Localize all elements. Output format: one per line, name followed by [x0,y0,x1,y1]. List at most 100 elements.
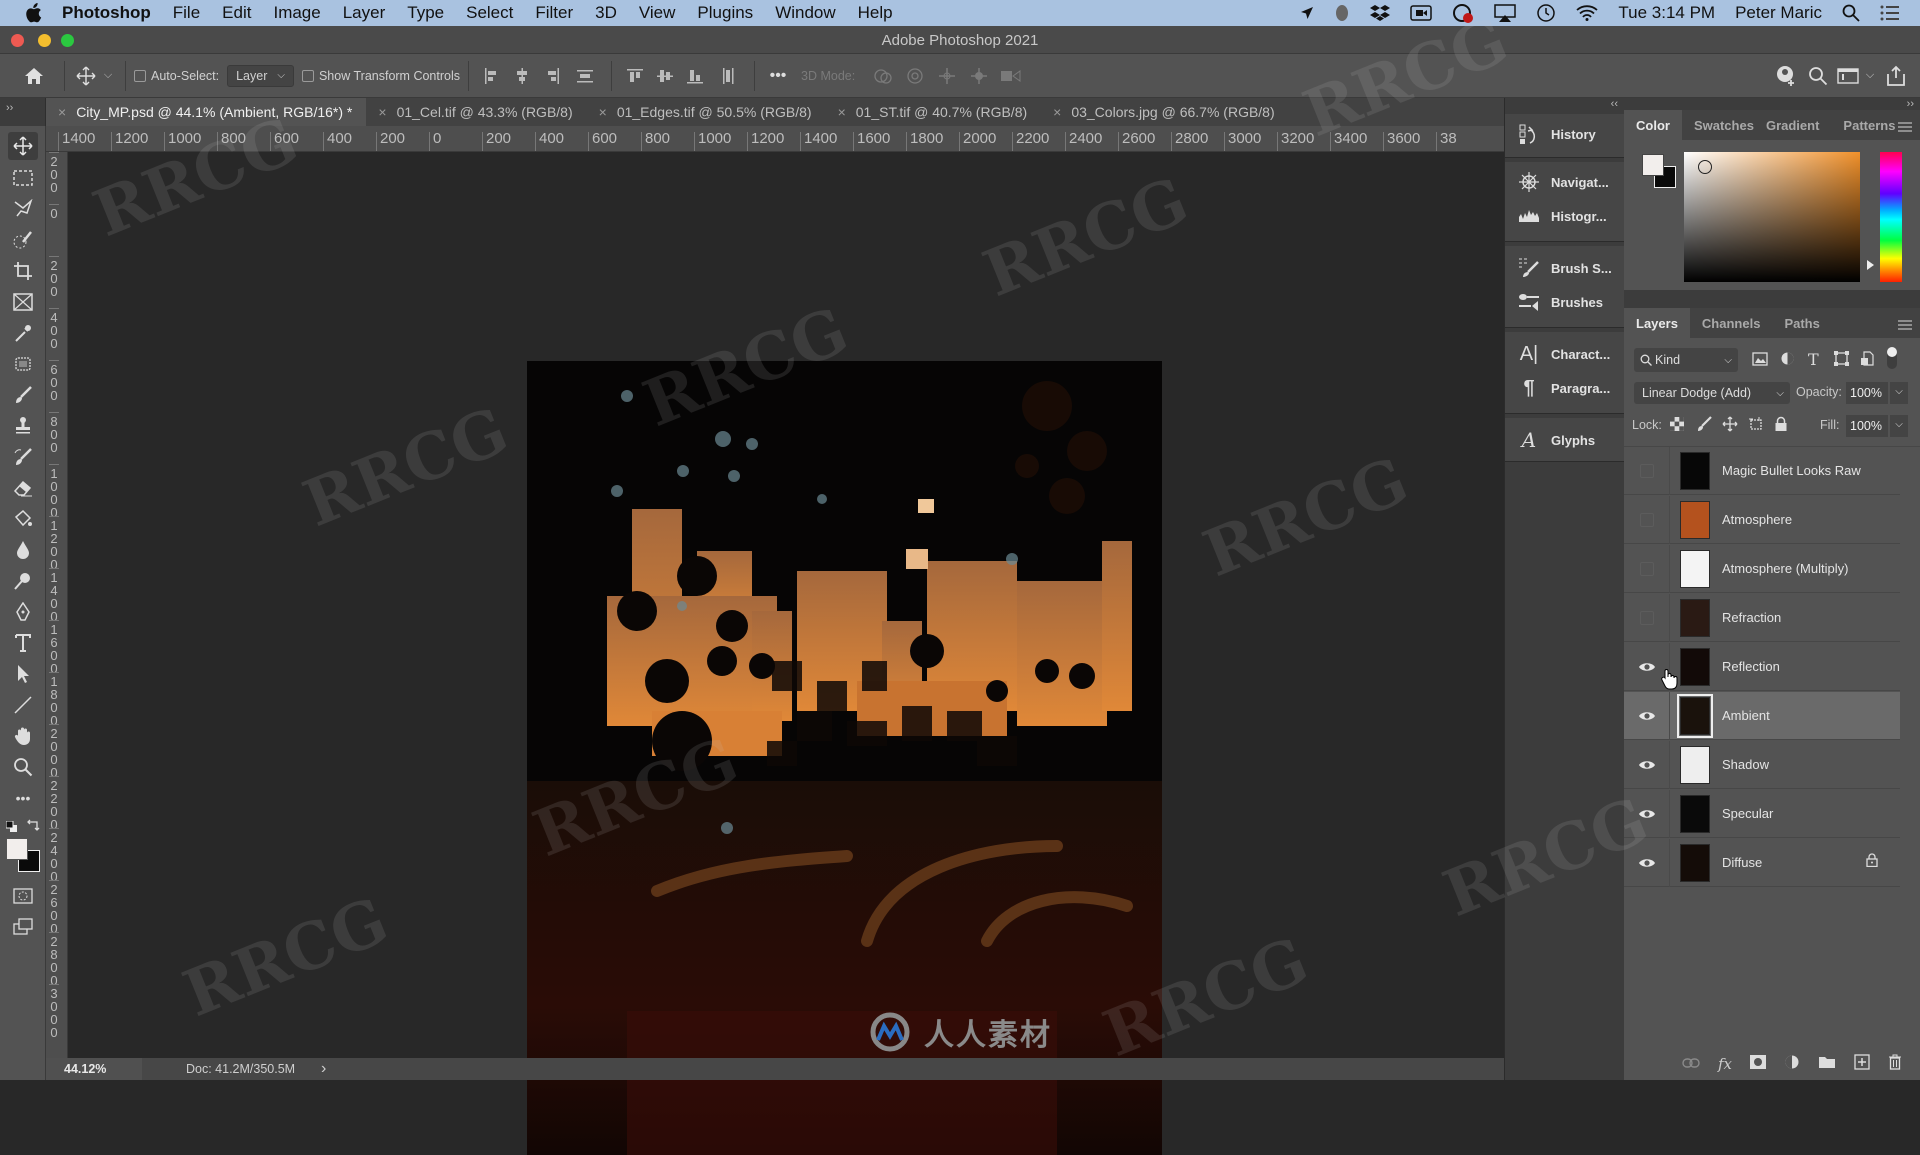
3d-pan-icon[interactable] [931,67,963,85]
close-tab-icon[interactable]: × [378,104,386,120]
paint-bucket-tool[interactable] [8,505,38,533]
show-transform-checkbox[interactable] [301,69,319,83]
menu-app[interactable]: Photoshop [62,3,151,23]
time-machine-icon[interactable] [1536,3,1556,23]
filter-adjustment-icon[interactable] [1780,351,1795,371]
tab-color[interactable]: Color [1624,110,1682,140]
blend-mode-dropdown[interactable]: Linear Dodge (Add) ⌵ [1634,382,1790,404]
dock-glyphs[interactable]: A Glyphs [1517,428,1595,452]
dock-navigator[interactable]: Navigat... [1517,170,1609,194]
tab-paths[interactable]: Paths [1772,308,1831,338]
marquee-tool[interactable] [8,164,38,192]
hue-slider-handle[interactable] [1867,260,1874,270]
spot-healing-tool[interactable] [8,350,38,378]
distribute-h-icon[interactable] [567,67,603,85]
layer-thumbnail[interactable] [1680,794,1710,833]
history-brush-tool[interactable] [8,443,38,471]
tab-01-edges[interactable]: × 01_Edges.tif @ 50.5% (RGB/8) [587,98,826,126]
panel-menu-icon[interactable] [1898,120,1912,135]
filter-type-icon[interactable]: T [1808,350,1819,369]
lock-all-icon[interactable] [1774,416,1788,437]
align-top-icon[interactable] [620,68,650,84]
color-picker-handle[interactable] [1698,160,1712,174]
apple-menu-icon[interactable] [22,2,44,24]
menu-view[interactable]: View [639,3,676,23]
vertical-ruler[interactable]: 200 0 200 400 600 800 1000 1200 1400 1600 1800 2000… [46,152,68,1058]
frame-tool[interactable] [8,288,38,316]
close-tab-icon[interactable]: × [1053,104,1061,120]
airplay-icon[interactable] [1494,4,1517,22]
layer-name[interactable]: Ambient [1722,708,1770,723]
clone-stamp-tool[interactable] [8,412,38,440]
screen-mode-icon[interactable] [8,913,38,941]
tab-swatches[interactable]: Swatches [1682,110,1754,140]
zoom-level[interactable]: 44.12% [46,1058,142,1080]
pen-tool[interactable] [8,598,38,626]
align-center-h-icon[interactable] [507,67,537,85]
3d-slide-icon[interactable] [963,67,995,85]
lock-pixels-icon[interactable] [1696,416,1712,437]
layer-visibility-toggle[interactable] [1624,446,1670,495]
layer-thumbnail[interactable] [1680,745,1710,784]
more-options-icon[interactable]: ••• [763,67,793,85]
hue-slider[interactable] [1880,152,1902,282]
layer-thumbnail[interactable] [1680,500,1710,539]
new-adjustment-layer-icon[interactable] [1784,1054,1800,1075]
panel-foreground-swatch[interactable] [1642,154,1664,176]
align-left-icon[interactable] [477,67,507,85]
zoom-tool[interactable] [8,753,38,781]
lock-transparency-icon[interactable] [1670,417,1684,436]
hand-tool[interactable] [8,722,38,750]
fill-slider-toggle[interactable]: ⌵ [1890,415,1908,437]
layer-visibility-toggle[interactable] [1624,495,1670,544]
layer-filter-dropdown[interactable]: Kind ⌵ [1634,348,1738,372]
layer-name[interactable]: Specular [1722,806,1773,821]
filter-pixel-icon[interactable] [1752,352,1768,371]
notification-center-icon[interactable] [1880,5,1900,21]
color-swatches[interactable] [6,838,40,872]
link-layers-icon[interactable] [1682,1055,1700,1073]
layer-name[interactable]: Diffuse [1722,855,1762,870]
dock-paragraph[interactable]: ¶ Paragra... [1517,376,1610,400]
status-menu-arrow[interactable]: › [321,1060,326,1078]
layer-row-magic-bullet-looks-raw[interactable]: Magic Bullet Looks Raw [1624,446,1900,495]
menu-image[interactable]: Image [273,3,320,23]
layer-name[interactable]: Magic Bullet Looks Raw [1722,463,1861,478]
move-tool[interactable] [8,132,38,160]
tab-01-cel[interactable]: × 01_Cel.tif @ 43.3% (RGB/8) [366,98,586,126]
lock-artboard-icon[interactable] [1748,416,1764,437]
layer-visibility-toggle[interactable] [1624,691,1670,740]
eraser-tool[interactable] [8,474,38,502]
share-export-icon[interactable] [1878,65,1914,87]
clock[interactable]: Tue 3:14 PM [1618,3,1715,23]
menu-layer[interactable]: Layer [343,3,386,23]
add-mask-icon[interactable] [1750,1054,1766,1074]
blur-tool[interactable] [8,536,38,564]
type-tool[interactable] [8,629,38,657]
lasso-tool[interactable] [8,195,38,223]
tab-city-mp[interactable]: × City_MP.psd @ 44.1% (Ambient, RGB/16*) … [46,98,367,126]
swap-colors-icon[interactable] [26,818,40,832]
fill-input[interactable]: 100% [1846,415,1888,437]
layer-visibility-toggle[interactable] [1624,544,1670,593]
workspace-chevron-icon[interactable]: ⌵ [1862,69,1878,82]
menu-filter[interactable]: Filter [535,3,573,23]
brush-tool[interactable] [8,381,38,409]
default-colors-icon[interactable] [5,820,18,832]
layer-thumbnail[interactable] [1680,647,1710,686]
layer-row-specular[interactable]: Specular [1624,789,1900,838]
creative-cloud-sync-icon[interactable] [1452,3,1474,23]
dock-histogram[interactable]: Histogr... [1517,204,1607,228]
layer-row-atmosphere[interactable]: Atmosphere [1624,495,1900,544]
layer-row-diffuse[interactable]: Diffuse [1624,838,1900,887]
foreground-color-swatch[interactable] [6,838,28,860]
opacity-slider-toggle[interactable]: ⌵ [1890,382,1908,404]
delete-layer-icon[interactable] [1888,1054,1902,1075]
workspace-icon[interactable] [1834,67,1862,85]
layer-visibility-toggle[interactable] [1624,789,1670,838]
3d-scale-camera-icon[interactable] [995,69,1027,83]
layer-visibility-toggle[interactable] [1624,593,1670,642]
close-tab-icon[interactable]: × [838,104,846,120]
menu-plugins[interactable]: Plugins [697,3,753,23]
align-right-icon[interactable] [537,67,567,85]
